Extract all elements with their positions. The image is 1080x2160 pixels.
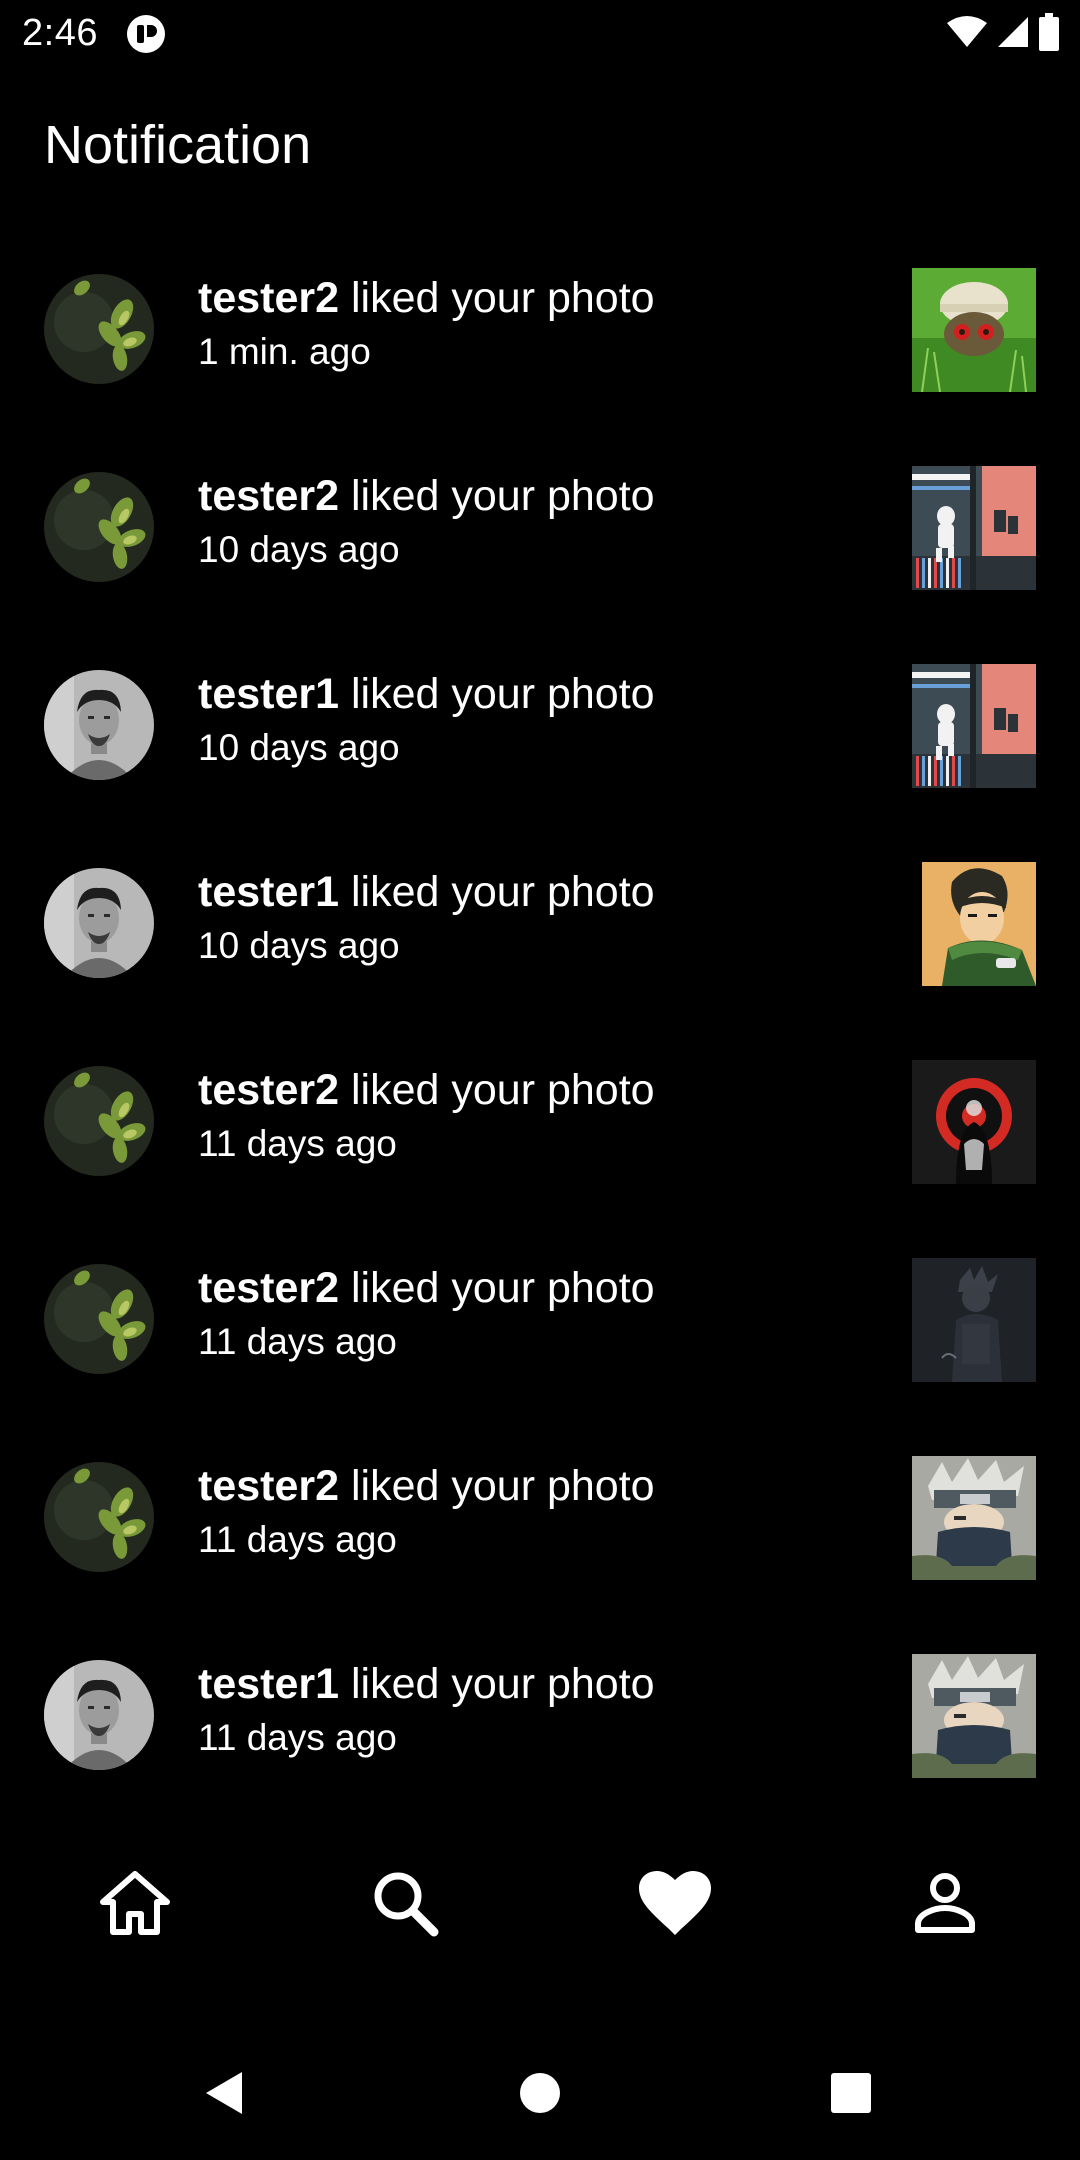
user-avatar[interactable] [44,670,154,780]
notification-item[interactable]: tester1 liked your photo 11 days ago [0,1616,1080,1814]
system-navigation-bar [0,2030,1080,2160]
home-icon [99,1870,171,1941]
notification-action: liked your photo [339,1264,655,1312]
profile-icon [914,1872,976,1939]
page-title: Notification [44,115,312,175]
notification-item[interactable]: tester2 liked your photo 11 days ago [0,1022,1080,1220]
notification-action: liked your photo [339,274,655,322]
notification-username[interactable]: tester1 [198,868,339,916]
status-icons [946,12,1060,56]
photo-thumbnail[interactable] [912,862,1036,986]
user-avatar[interactable] [44,1462,154,1572]
notification-time: 1 min. ago [198,331,371,372]
notification-item[interactable]: tester2 liked your photo 11 days ago [0,1418,1080,1616]
back-icon [200,2068,250,2123]
notification-item[interactable]: tester1 liked your photo 10 days ago [0,824,1080,1022]
user-avatar[interactable] [44,1660,154,1770]
status-bar: 2:46 [0,0,1080,66]
notification-action: liked your photo [339,1066,655,1114]
photo-thumbnail[interactable] [912,1654,1036,1778]
heart-icon [637,1869,713,1942]
notification-text: tester2 liked your photo 1 min. ago [198,270,878,378]
notification-action: liked your photo [339,1462,655,1510]
photo-thumbnail[interactable] [912,1456,1036,1580]
notification-action: liked your photo [339,472,655,520]
notification-item[interactable]: tester2 liked your photo 11 days ago [0,1220,1080,1418]
search-icon [370,1868,440,1943]
app-notification-icon [126,14,166,54]
notification-time: 10 days ago [198,925,400,966]
bottom-navigation [0,1840,1080,1970]
user-avatar[interactable] [44,274,154,384]
nav-activity-button[interactable] [595,1850,755,1960]
notification-time: 11 days ago [198,1717,397,1758]
photo-thumbnail[interactable] [912,1258,1036,1382]
user-avatar[interactable] [44,1264,154,1374]
status-time: 2:46 [22,12,98,54]
user-avatar[interactable] [44,472,154,582]
notification-username[interactable]: tester1 [198,1660,339,1708]
notification-text: tester2 liked your photo 11 days ago [198,1260,878,1368]
notification-username[interactable]: tester2 [198,1462,339,1510]
system-home-button[interactable] [505,2060,575,2130]
notification-item[interactable]: tester2 liked your photo 10 days ago [0,428,1080,626]
notification-username[interactable]: tester2 [198,1066,339,1114]
notification-username[interactable]: tester2 [198,472,339,520]
user-avatar[interactable] [44,868,154,978]
home-circle-icon [518,2071,562,2120]
nav-home-button[interactable] [55,1850,215,1960]
notification-text: tester1 liked your photo 11 days ago [198,1656,878,1764]
notification-item[interactable]: tester1 liked your photo 10 days ago [0,626,1080,824]
notification-text: tester2 liked your photo 10 days ago [198,468,878,576]
user-avatar[interactable] [44,1066,154,1176]
notification-username[interactable]: tester2 [198,1264,339,1312]
notification-username[interactable]: tester2 [198,274,339,322]
photo-thumbnail[interactable] [912,268,1036,392]
notification-time: 10 days ago [198,727,400,768]
notification-time: 10 days ago [198,529,400,570]
nav-profile-button[interactable] [865,1850,1025,1960]
notification-time: 11 days ago [198,1519,397,1560]
signal-icon [996,15,1030,54]
nav-search-button[interactable] [325,1850,485,1960]
notification-time: 11 days ago [198,1321,397,1362]
photo-thumbnail[interactable] [912,466,1036,590]
notification-time: 11 days ago [198,1123,397,1164]
system-back-button[interactable] [190,2060,260,2130]
notification-list: tester2 liked your photo 1 min. ago test… [0,230,1080,1814]
notification-username[interactable]: tester1 [198,670,339,718]
wifi-icon [946,15,988,54]
notification-action: liked your photo [339,670,655,718]
notification-text: tester1 liked your photo 10 days ago [198,864,878,972]
system-recents-button[interactable] [816,2060,886,2130]
notification-item[interactable]: tester2 liked your photo 1 min. ago [0,230,1080,428]
notification-text: tester2 liked your photo 11 days ago [198,1062,878,1170]
notification-text: tester2 liked your photo 11 days ago [198,1458,878,1566]
notification-action: liked your photo [339,1660,655,1708]
photo-thumbnail[interactable] [912,1060,1036,1184]
photo-thumbnail[interactable] [912,664,1036,788]
notification-text: tester1 liked your photo 10 days ago [198,666,878,774]
notification-action: liked your photo [339,868,655,916]
battery-icon [1038,12,1060,56]
recents-icon [829,2071,873,2120]
